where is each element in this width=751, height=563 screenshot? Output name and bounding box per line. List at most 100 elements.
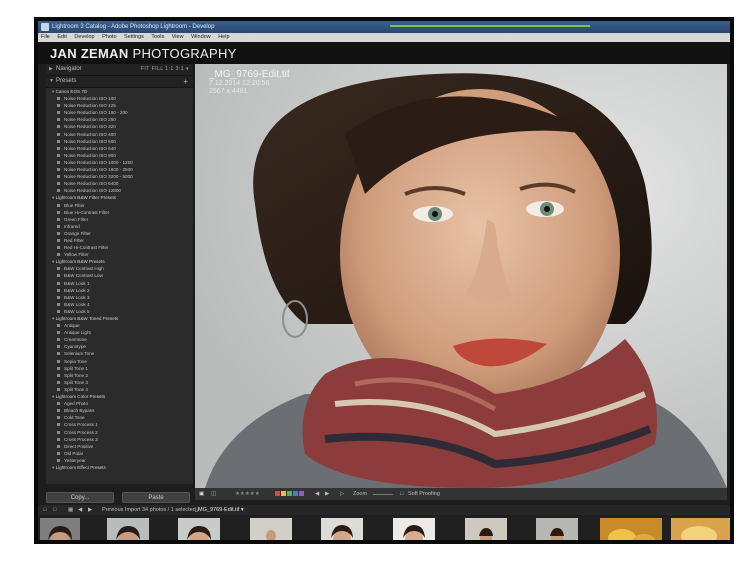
- preset-folder[interactable]: Canon EOS 7D: [46, 88, 193, 95]
- preset-item[interactable]: Split Tone 4: [46, 386, 193, 393]
- loupe-view-icon[interactable]: ▣: [199, 488, 204, 500]
- preset-item[interactable]: Noise Reduction ISO 320: [46, 123, 193, 130]
- preset-item[interactable]: Red Hi-Contrast Filter: [46, 244, 193, 251]
- preset-item[interactable]: B&W Contrast Low: [46, 272, 193, 279]
- preset-item[interactable]: Sepia Tone: [46, 358, 193, 365]
- preset-item[interactable]: B&W Contrast High: [46, 265, 193, 272]
- preset-item[interactable]: Yesteryear: [46, 457, 193, 464]
- preset-item[interactable]: Antique: [46, 322, 193, 329]
- menu-view[interactable]: View: [172, 34, 184, 40]
- menu-photo[interactable]: Photo: [102, 34, 116, 40]
- preset-item[interactable]: Bleach Bypass: [46, 407, 193, 414]
- preset-item[interactable]: Noise Reduction ISO 1000 - 1250: [46, 159, 193, 166]
- preset-item[interactable]: Noise Reduction ISO 3200 - 5000: [46, 173, 193, 180]
- preset-item[interactable]: B&W Look 1: [46, 280, 193, 287]
- filmstrip-thumb[interactable]: [178, 518, 220, 540]
- preset-item[interactable]: Cross Process 1: [46, 421, 193, 428]
- preset-item[interactable]: Cross Process 3: [46, 436, 193, 443]
- navigator-zoom-options[interactable]: FIT FILL 1:1 3:1 ▾: [141, 64, 189, 75]
- zoom-slider[interactable]: [373, 494, 393, 495]
- preset-item[interactable]: Green Filter: [46, 216, 193, 223]
- preset-item[interactable]: Noise Reduction ISO 640: [46, 145, 193, 152]
- preset-item[interactable]: Antique Light: [46, 329, 193, 336]
- menu-edit[interactable]: Edit: [57, 34, 66, 40]
- preset-item[interactable]: Cross Process 2: [46, 429, 193, 436]
- preset-item[interactable]: Noise Reduction ISO 800: [46, 152, 193, 159]
- paste-button[interactable]: Paste: [122, 492, 190, 503]
- preset-folder[interactable]: Lightroom Color Presets: [46, 393, 193, 400]
- preset-item[interactable]: Noise Reduction ISO 12800: [46, 187, 193, 194]
- copy-button[interactable]: Copy...: [46, 492, 114, 503]
- red-label-icon[interactable]: [275, 491, 280, 497]
- preset-item[interactable]: Noise Reduction ISO 500: [46, 138, 193, 145]
- preset-item[interactable]: Noise Reduction ISO 160 - 200: [46, 109, 193, 116]
- filmstrip-thumb[interactable]: [536, 518, 578, 540]
- forward-arrow-icon[interactable]: ▶: [88, 505, 92, 515]
- preset-item[interactable]: Noise Reduction ISO 1600 - 2500: [46, 166, 193, 173]
- menu-window[interactable]: Window: [191, 34, 211, 40]
- preset-item[interactable]: B&W Look 2: [46, 287, 193, 294]
- menu-help[interactable]: Help: [218, 34, 229, 40]
- preset-folder[interactable]: Lightroom B&W Presets: [46, 258, 193, 265]
- next-arrow-icon[interactable]: ▶: [325, 488, 329, 500]
- filmstrip-selected-file[interactable]: _MG_9769-Edit.tif ▾: [195, 505, 244, 515]
- preset-item[interactable]: Split Tone 3: [46, 379, 193, 386]
- filmstrip-thumb[interactable]: [107, 518, 149, 540]
- preset-item[interactable]: Split Tone 2: [46, 372, 193, 379]
- preset-item[interactable]: Noise Reduction ISO 125: [46, 102, 193, 109]
- preset-item[interactable]: Selenium Tone: [46, 350, 193, 357]
- back-arrow-icon[interactable]: ◀: [78, 505, 82, 515]
- filmstrip-thumb[interactable]: [321, 518, 363, 540]
- play-icon[interactable]: ▷: [340, 488, 344, 500]
- filmstrip-thumb[interactable]: [671, 518, 730, 540]
- preset-item[interactable]: Split Tone 1: [46, 365, 193, 372]
- presets-header[interactable]: ▼ Presets +: [46, 76, 193, 88]
- green-label-icon[interactable]: [287, 491, 292, 497]
- purple-label-icon[interactable]: [299, 491, 304, 497]
- primary-window-icon[interactable]: □: [43, 505, 46, 515]
- preset-item[interactable]: Noise Reduction ISO 6400: [46, 180, 193, 187]
- preset-folder[interactable]: Lightroom Effect Presets: [46, 464, 193, 471]
- preset-item[interactable]: Yellow Filter: [46, 251, 193, 258]
- preset-folder[interactable]: Lightroom B&W Filter Presets: [46, 194, 193, 201]
- yellow-label-icon[interactable]: [281, 491, 286, 497]
- grid-view-icon[interactable]: ▦: [68, 505, 73, 515]
- navigator-header[interactable]: ▶ Navigator FIT FILL 1:1 3:1 ▾: [46, 64, 193, 76]
- preset-item[interactable]: Red Filter: [46, 237, 193, 244]
- preset-item[interactable]: B&W Look 3: [46, 294, 193, 301]
- menu-tools[interactable]: Tools: [151, 34, 164, 40]
- preset-item[interactable]: Cold Tone: [46, 414, 193, 421]
- filmstrip-source[interactable]: Previous Import: [102, 505, 141, 515]
- preset-item[interactable]: Cyanotype: [46, 343, 193, 350]
- menu-develop[interactable]: Develop: [74, 34, 94, 40]
- secondary-window-icon[interactable]: □: [53, 505, 56, 515]
- preset-item[interactable]: Noise Reduction ISO 400: [46, 131, 193, 138]
- before-after-icon[interactable]: ◫: [211, 488, 216, 500]
- previous-arrow-icon[interactable]: ◀: [315, 488, 319, 500]
- preset-item[interactable]: Direct Positive: [46, 443, 193, 450]
- preset-item[interactable]: B&W Look 5: [46, 308, 193, 315]
- preset-item[interactable]: Orange Filter: [46, 230, 193, 237]
- preset-item[interactable]: B&W Look 4: [46, 301, 193, 308]
- preset-item[interactable]: Noise Reduction ISO 100: [46, 95, 193, 102]
- filmstrip-thumb[interactable]: [600, 518, 662, 540]
- color-labels[interactable]: [275, 488, 305, 500]
- filmstrip-thumb[interactable]: [393, 518, 435, 540]
- menu-settings[interactable]: Settings: [124, 34, 144, 40]
- filmstrip-thumb[interactable]: [40, 518, 80, 540]
- preset-item[interactable]: Old Polar: [46, 450, 193, 457]
- preset-item[interactable]: Creamtone: [46, 336, 193, 343]
- preset-item[interactable]: Blue Filter: [46, 202, 193, 209]
- preset-item[interactable]: Infrared: [46, 223, 193, 230]
- blue-label-icon[interactable]: [293, 491, 298, 497]
- filmstrip-thumb[interactable]: [465, 518, 507, 540]
- soft-proofing-checkbox[interactable]: □: [400, 488, 403, 500]
- main-photo-view[interactable]: _MG_9769-Edit.tif 7.12.2014 12:20:56 256…: [195, 64, 727, 488]
- preset-item[interactable]: Noise Reduction ISO 250: [46, 116, 193, 123]
- preset-folder[interactable]: Lightroom B&W Toned Presets: [46, 315, 193, 322]
- filmstrip-thumb[interactable]: [250, 518, 292, 540]
- preset-item[interactable]: Blue Hi-Contrast Filter: [46, 209, 193, 216]
- menu-file[interactable]: File: [41, 34, 50, 40]
- rating-stars[interactable]: ★★★★★: [235, 488, 260, 500]
- preset-item[interactable]: Aged Photo: [46, 400, 193, 407]
